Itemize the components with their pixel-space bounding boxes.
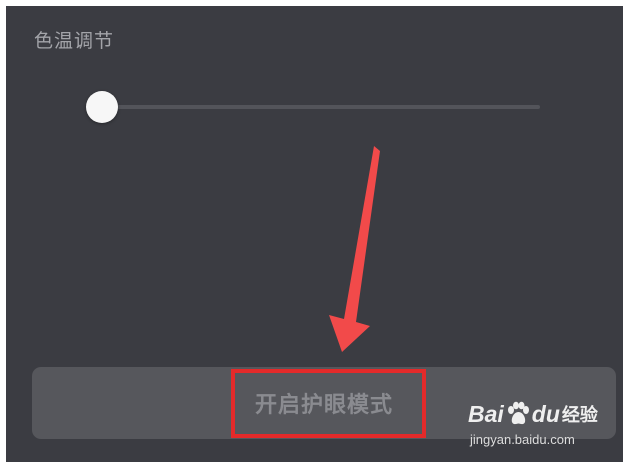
watermark-url: jingyan.baidu.com [470, 432, 575, 447]
color-temperature-label: 色温调节 [34, 30, 115, 52]
watermark-product-name: 经验 [561, 405, 598, 426]
color-temperature-slider-thumb[interactable] [86, 91, 118, 123]
baidu-paw-icon [507, 401, 529, 425]
watermark-logo: Bai du 经验 [468, 400, 598, 428]
annotation-highlight-box [231, 369, 426, 438]
settings-panel: 色温调节 开启护眼模式 Bai du 经验 jingyan.baidu.com [6, 6, 623, 462]
baidu-jingyan-watermark: Bai du 经验 jingyan.baidu.com [468, 400, 618, 454]
watermark-brand-prefix: Bai [468, 400, 504, 427]
color-temperature-slider-track[interactable] [102, 105, 540, 109]
watermark-brand-suffix: du [531, 400, 560, 427]
